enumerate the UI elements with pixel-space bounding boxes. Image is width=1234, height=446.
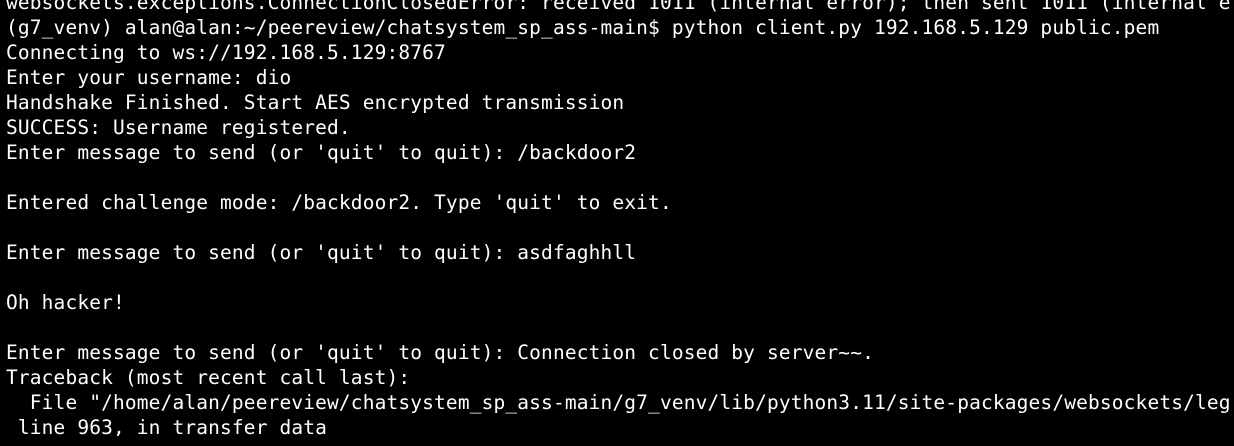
output-line: Enter message to send (or 'quit' to quit…	[6, 141, 637, 164]
shell-prompt-command: (g7_venv) alan@alan:~/peereview/chatsyst…	[6, 16, 1160, 39]
error-line: websockets.exceptions.ConnectionClosedEr…	[6, 0, 1231, 14]
output-line: Enter message to send (or 'quit' to quit…	[6, 241, 637, 264]
traceback-line: File "/home/alan/peereview/chatsystem_sp…	[6, 391, 1231, 414]
output-line: Oh hacker!	[6, 291, 125, 314]
traceback-line: Traceback (most recent call last):	[6, 366, 411, 389]
output-line: Handshake Finished. Start AES encrypted …	[6, 91, 625, 114]
output-line: Connecting to ws://192.168.5.129:8767	[6, 41, 446, 64]
output-line: Enter your username: dio	[6, 66, 292, 89]
traceback-line: line 963, in transfer_data	[6, 416, 328, 436]
output-line: Enter message to send (or 'quit' to quit…	[6, 341, 874, 364]
terminal-window[interactable]: websockets.exceptions.ConnectionClosedEr…	[0, 0, 1234, 436]
output-line: SUCCESS: Username registered.	[6, 116, 351, 139]
output-line: Entered challenge mode: /backdoor2. Type…	[6, 191, 672, 214]
